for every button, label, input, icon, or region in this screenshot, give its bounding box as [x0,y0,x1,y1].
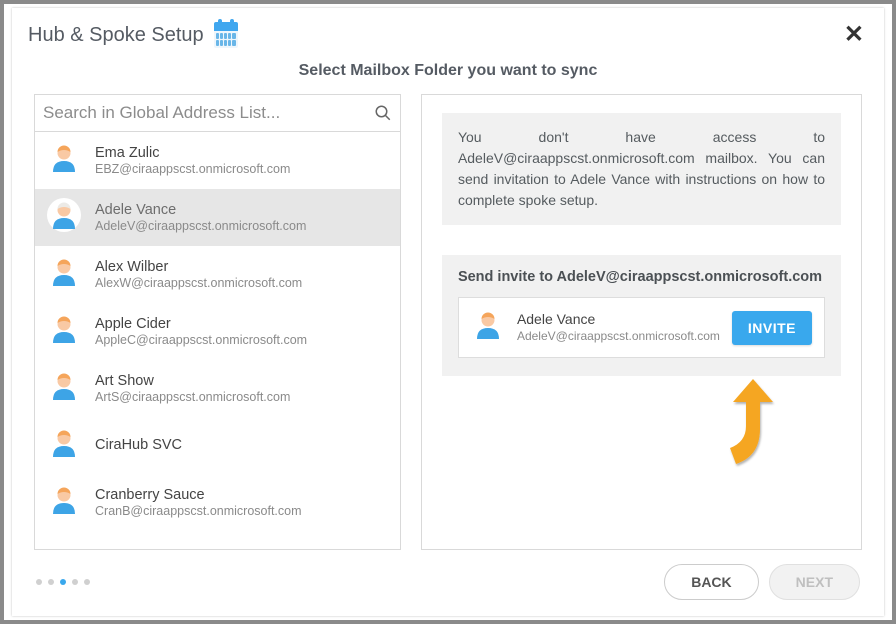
next-button[interactable]: NEXT [769,564,860,600]
avatar [47,198,81,237]
avatar [47,141,81,180]
contact-name: Art Show [95,372,290,390]
invite-button[interactable]: INVITE [732,311,812,345]
avatar [47,369,81,408]
contact-email: AlexW@ciraappscst.onmicrosoft.com [95,276,302,292]
contact-email: AdeleV@ciraappscst.onmicrosoft.com [95,219,306,235]
search-input[interactable] [35,95,400,131]
search-icon[interactable] [374,104,392,122]
avatar [47,426,81,465]
contact-list[interactable]: Ema Zulic EBZ@ciraappscst.onmicrosoft.co… [35,132,400,549]
step-dot[interactable] [84,579,90,585]
contact-name: Adele Vance [95,201,306,219]
modal-header: Hub & Spoke Setup ✕ [12,8,884,54]
contact-email: AppleC@ciraappscst.onmicrosoft.com [95,333,307,349]
wizard-footer: BACK NEXT [12,550,884,616]
contact-name: Alex Wilber [95,258,302,276]
invite-card: Adele Vance AdeleV@ciraappscst.onmicroso… [458,297,825,358]
invite-panel: You don't have access to AdeleV@ciraapps… [421,94,862,550]
contact-name: Ema Zulic [95,144,290,162]
close-icon[interactable]: ✕ [844,23,864,47]
avatar [47,312,81,351]
avatar [47,483,81,522]
invite-card-email: AdeleV@ciraappscst.onmicrosoft.com [517,329,720,344]
contact-row[interactable]: Alex Wilber AlexW@ciraappscst.onmicrosof… [35,246,400,303]
contact-email: CranB@ciraappscst.onmicrosoft.com [95,504,302,520]
modal-title: Hub & Spoke Setup [28,24,204,47]
contact-name: Apple Cider [95,315,307,333]
contact-row[interactable]: Adele Vance AdeleV@ciraappscst.onmicroso… [35,189,400,246]
avatar [471,308,505,347]
invite-title: Send invite to AdeleV@ciraappscst.onmicr… [458,269,825,285]
invite-card-name: Adele Vance [517,311,720,329]
contact-picker-panel: Ema Zulic EBZ@ciraappscst.onmicrosoft.co… [34,94,401,550]
contact-name: CiraHub SVC [95,436,182,454]
step-dot[interactable] [48,579,54,585]
contact-email: ArtS@ciraappscst.onmicrosoft.com [95,390,290,406]
hub-spoke-modal: Hub & Spoke Setup ✕ Select Mailbox Folde… [12,8,884,616]
back-button[interactable]: BACK [664,564,758,600]
contact-row[interactable]: CiraHub SVC [35,417,400,474]
access-message: You don't have access to AdeleV@ciraapps… [442,113,841,225]
step-dot[interactable] [60,579,66,585]
step-indicator [36,579,90,585]
contact-row[interactable]: Art Show ArtS@ciraappscst.onmicrosoft.co… [35,360,400,417]
modal-subtitle: Select Mailbox Folder you want to sync [12,62,884,80]
step-dot[interactable] [72,579,78,585]
calendar-icon [212,22,240,48]
avatar [47,255,81,294]
contact-row[interactable]: Cranberry Sauce CranB@ciraappscst.onmicr… [35,474,400,531]
step-dot[interactable] [36,579,42,585]
contact-row[interactable]: Apple Cider AppleC@ciraappscst.onmicroso… [35,303,400,360]
contact-row[interactable]: Ema Zulic EBZ@ciraappscst.onmicrosoft.co… [35,132,400,189]
invite-block: Send invite to AdeleV@ciraappscst.onmicr… [442,255,841,376]
contact-email: EBZ@ciraappscst.onmicrosoft.com [95,162,290,178]
contact-name: Cranberry Sauce [95,486,302,504]
